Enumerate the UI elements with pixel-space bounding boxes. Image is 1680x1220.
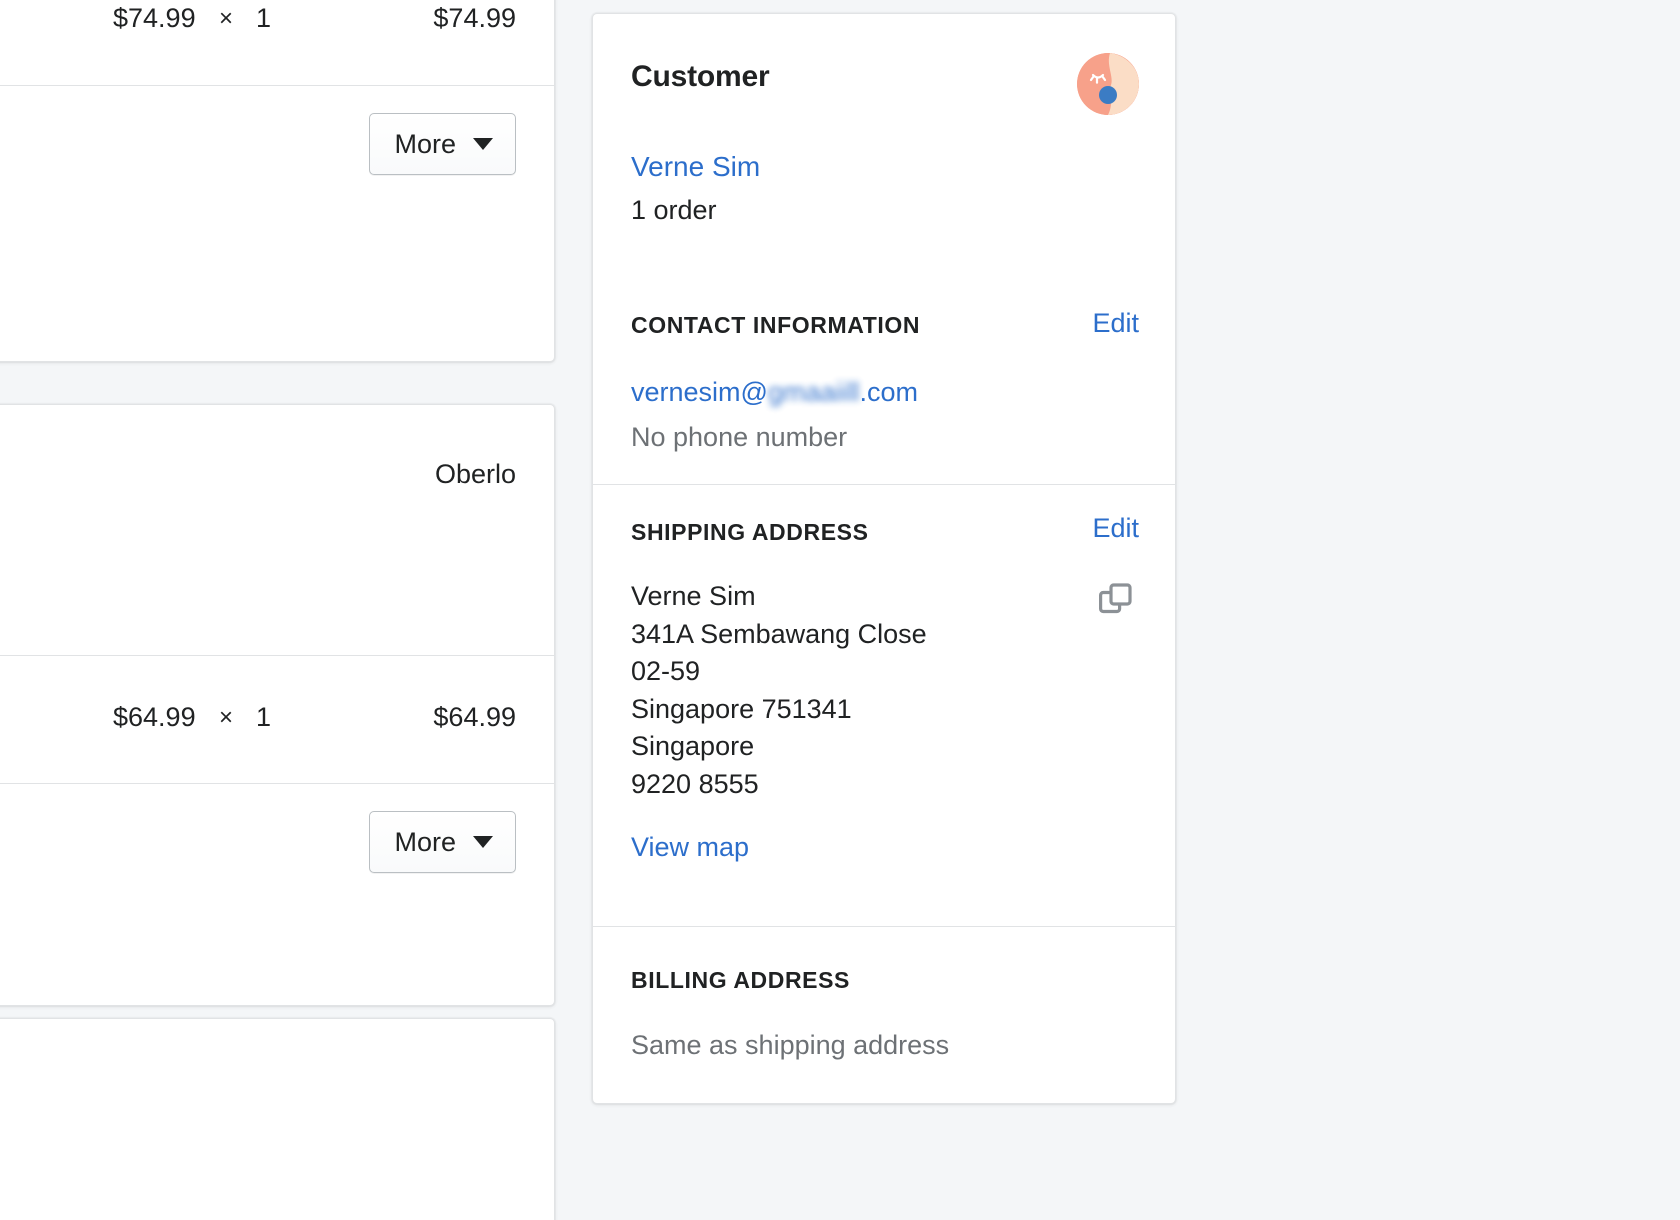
shipping-address-line: 02-59 xyxy=(631,656,701,686)
customer-avatar-icon xyxy=(1077,53,1139,115)
chevron-down-icon xyxy=(473,836,493,848)
vendor-name-2: Oberlo xyxy=(434,459,516,489)
contact-information-heading: CONTACT INFORMATION xyxy=(631,312,921,338)
shipping-address-line: Singapore xyxy=(631,731,755,761)
shipping-address-line: 341A Sembawang Close xyxy=(631,618,927,649)
more-button-1[interactable]: More xyxy=(369,113,516,175)
edit-contact-information-link[interactable]: Edit xyxy=(1092,308,1139,339)
quantity-2: 1 xyxy=(256,702,272,732)
customer-card-title: Customer xyxy=(631,60,770,93)
order-line-items-column: ger $74.99 × 1 $74.99 More Oberlo $64.99 xyxy=(0,0,555,1220)
customer-email-link[interactable]: vernesim@gmaaiill.com xyxy=(631,377,918,408)
order-detail-screen: ger $74.99 × 1 $74.99 More Oberlo $64.99 xyxy=(0,0,1680,1220)
unit-price-2: $64.99 xyxy=(113,702,196,732)
line-total-1: $74.99 xyxy=(433,3,516,33)
more-button-2[interactable]: More xyxy=(369,811,516,873)
email-suffix: .com xyxy=(859,377,919,407)
line-item-price-row-1: $74.99 × 1 $74.99 xyxy=(0,0,554,85)
line-item-card-1: ger $74.99 × 1 $74.99 More xyxy=(0,0,555,362)
shipping-address-heading: SHIPPING ADDRESS xyxy=(631,519,869,545)
customer-order-count: 1 order xyxy=(631,195,717,225)
billing-address-section: BILLING ADDRESS Same as shipping address xyxy=(593,926,1175,1103)
line-item-actions-row-2: More xyxy=(0,783,554,915)
multiply-symbol-2: × xyxy=(219,704,234,731)
customer-header-section: Customer Verne Sim 1 order xyxy=(593,14,1175,278)
more-button-label-1: More xyxy=(394,128,456,159)
line-item-card-2: Oberlo $64.99 × 1 $64.99 More xyxy=(0,404,555,1006)
billing-address-value: Same as shipping address xyxy=(631,1030,950,1060)
line-item-card-3 xyxy=(0,1018,555,1220)
view-map-link[interactable]: View map xyxy=(631,832,749,863)
line-item-actions-row-1: More xyxy=(0,85,554,217)
vendor-row-2: Oberlo xyxy=(0,405,554,655)
shipping-address-section: SHIPPING ADDRESS Edit Verne Sim 341A Sem… xyxy=(593,484,1175,926)
copy-icon[interactable] xyxy=(1099,582,1135,618)
line-item-price-row-2: $64.99 × 1 $64.99 xyxy=(0,655,554,783)
shipping-address-line: Singapore 751341 xyxy=(631,693,852,724)
more-button-label-2: More xyxy=(394,826,456,857)
shipping-address-line: 9220 8555 xyxy=(631,768,759,799)
email-prefix: vernesim@ xyxy=(631,377,768,407)
unit-price-1: $74.99 xyxy=(113,3,196,33)
customer-card: Customer Verne Sim 1 order CONTACT INFOR… xyxy=(592,13,1176,1104)
edit-shipping-address-link[interactable]: Edit xyxy=(1092,513,1139,544)
billing-address-heading: BILLING ADDRESS xyxy=(631,967,850,993)
quantity-1: 1 xyxy=(256,3,272,33)
shipping-address-block: Verne Sim 341A Sembawang Close 02-59 Sin… xyxy=(631,578,927,803)
chevron-down-icon xyxy=(473,138,493,150)
line-total-2: $64.99 xyxy=(433,702,516,732)
customer-phone-value: No phone number xyxy=(631,422,848,452)
customer-name-link[interactable]: Verne Sim xyxy=(631,151,760,183)
email-redacted-domain: gmaaiill xyxy=(767,377,860,407)
shipping-address-line: Verne Sim xyxy=(631,581,756,611)
multiply-symbol-1: × xyxy=(219,5,234,32)
contact-information-section: CONTACT INFORMATION Edit vernesim@gmaaii… xyxy=(593,278,1175,484)
